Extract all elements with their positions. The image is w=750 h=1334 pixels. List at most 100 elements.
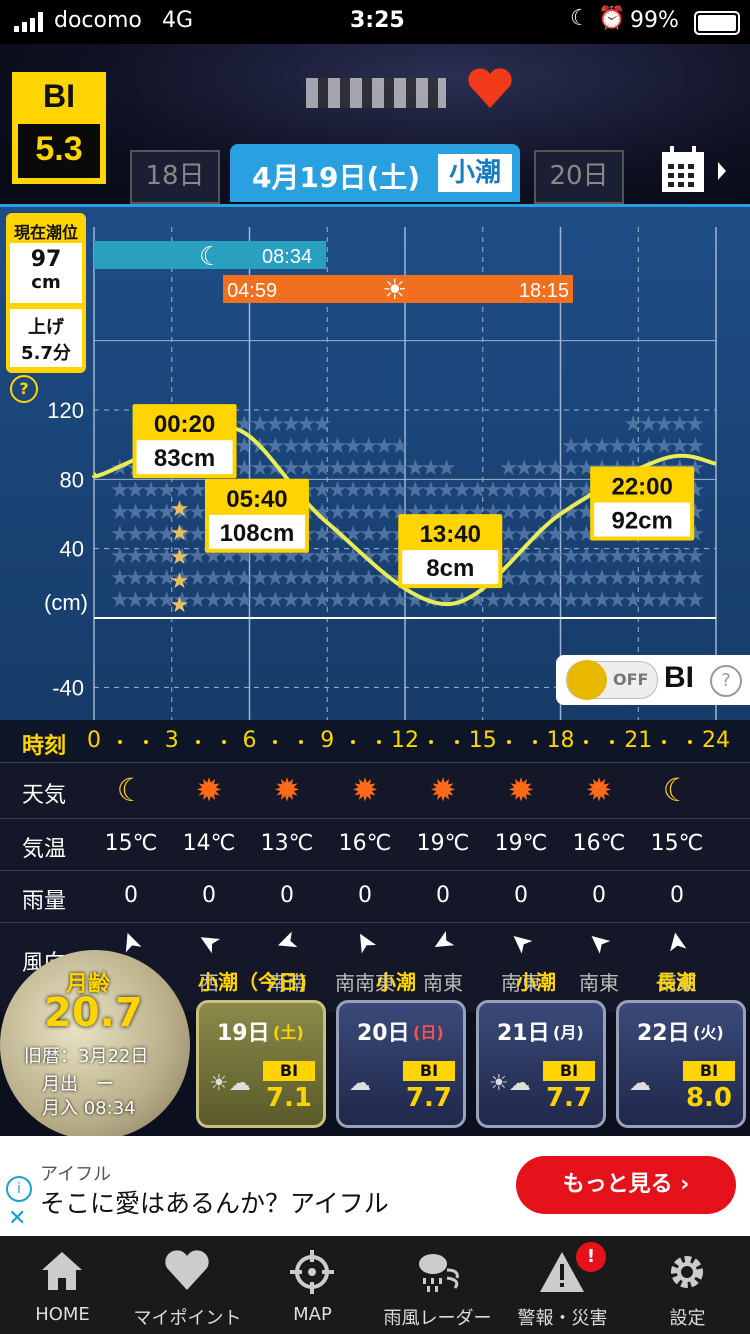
current-level-box: 97 cm bbox=[10, 243, 82, 303]
moonset-time: 08:34 bbox=[262, 246, 312, 268]
moon-icon: ☾ bbox=[662, 771, 692, 809]
tab-gear[interactable]: 設定 bbox=[625, 1236, 750, 1334]
tide-name-badge: 小潮 bbox=[438, 154, 512, 192]
favorite-heart-icon[interactable] bbox=[466, 66, 514, 114]
current-rate: 5.7分 bbox=[21, 343, 71, 364]
tab-radar[interactable]: 雨風レーダー bbox=[375, 1236, 500, 1334]
sun-icon: ✹ bbox=[351, 771, 379, 809]
sunrise-time: 04:59 bbox=[227, 280, 277, 302]
moon-age-value: 20.7 bbox=[44, 990, 143, 1036]
day-card[interactable]: 22日 (火) ☁ BI 8.0 bbox=[616, 1000, 746, 1128]
current-tide-label: 現在潮位 bbox=[13, 223, 78, 242]
day-card-date: 20日 bbox=[357, 1021, 410, 1046]
day-card-bi-value: 7.1 bbox=[265, 1083, 313, 1113]
y-tick-label: 80 bbox=[60, 467, 84, 492]
alert-badge: ! bbox=[576, 1242, 606, 1272]
day-card[interactable]: 19日 (土) ☀☁ BI 7.1 bbox=[196, 1000, 326, 1128]
current-date: 4月19日(土) bbox=[252, 161, 421, 194]
day-card-date: 21日 bbox=[497, 1021, 550, 1046]
tab-home[interactable]: HOME bbox=[0, 1236, 125, 1334]
bi-index-badge[interactable]: BI 5.3 bbox=[12, 72, 106, 184]
radar-icon bbox=[419, 1254, 459, 1292]
tide-callout: 13:40 8cm bbox=[398, 514, 503, 589]
callout-time: 22:00 bbox=[611, 474, 672, 501]
day-card-bi-label: BI bbox=[543, 1061, 595, 1081]
next-day-button[interactable]: 20日 bbox=[534, 150, 624, 204]
gold-star-mark: ★ bbox=[170, 497, 190, 522]
bi-value-box: 5.3 bbox=[18, 124, 100, 178]
tab-warning[interactable]: 警報・災害! bbox=[500, 1236, 625, 1334]
y-tick-label: 40 bbox=[60, 537, 84, 562]
moon-icon: ☾ bbox=[116, 771, 146, 809]
current-tide-panel: 現在潮位 97 cm 上げ 5.7分 bbox=[6, 213, 86, 373]
temp-cell: 15℃ bbox=[104, 831, 158, 856]
x-tick-label: 9 bbox=[320, 728, 335, 753]
weather-row: 天気 ☾ ✹ ✹ ✹ ✹ ✹ ✹ ☾ bbox=[0, 762, 750, 819]
tide-callout: 22:00 92cm bbox=[590, 466, 695, 541]
carrier-name: docomo bbox=[54, 8, 142, 33]
rain-cell: 0 bbox=[514, 883, 528, 908]
day-weather-icon: ☁ bbox=[629, 1071, 651, 1096]
prev-day-button[interactable]: 18日 bbox=[130, 150, 220, 204]
x-tick-dot bbox=[221, 740, 226, 744]
bi-toggle[interactable]: OFF BI ? bbox=[556, 655, 750, 705]
x-tick-label: 6 bbox=[242, 728, 257, 753]
day-card-bi-value: 7.7 bbox=[405, 1083, 453, 1113]
day-card-dow: (火) bbox=[693, 1023, 724, 1042]
day-card[interactable]: 21日 (月) ☀☁ BI 7.7 bbox=[476, 1000, 606, 1128]
gold-star-mark: ★ bbox=[170, 521, 190, 546]
ad-more-button[interactable]: もっと見る › bbox=[516, 1156, 736, 1214]
bi-help-icon[interactable]: ? bbox=[710, 665, 742, 697]
callout-level: 92cm bbox=[611, 508, 672, 535]
x-tick-dot bbox=[299, 740, 304, 744]
day-weather-icon: ☁ bbox=[349, 1071, 371, 1096]
tide-chart: 120 80 40 -40 (cm) 08:34 ☾ 04:59 18:15 ☀ ★ ★ ★ ★ ★ ★ ★ ★ ★… bbox=[0, 204, 750, 763]
tab-heart[interactable]: マイポイント bbox=[125, 1236, 250, 1334]
x-tick-dot bbox=[454, 740, 459, 744]
ad-close-icon[interactable]: ✕ bbox=[8, 1206, 26, 1231]
day-card-bi-value: 8.0 bbox=[685, 1083, 733, 1113]
current-level: 97 bbox=[30, 247, 62, 272]
crosshair-icon bbox=[290, 1250, 334, 1294]
y-tick-label: 120 bbox=[47, 398, 84, 423]
x-tick-label: 18 bbox=[546, 728, 575, 753]
ad-info-icon[interactable]: i bbox=[6, 1176, 32, 1202]
sun-icon: ✹ bbox=[429, 771, 457, 809]
x-tick-label: 12 bbox=[391, 728, 419, 753]
location-name-blurred bbox=[306, 78, 446, 108]
day-card-bi-label: BI bbox=[403, 1061, 455, 1081]
day-card[interactable]: 20日 (日) ☁ BI 7.7 bbox=[336, 1000, 466, 1128]
x-tick-label: 15 bbox=[468, 728, 497, 753]
sun-icon: ✹ bbox=[585, 771, 613, 809]
day-tide-tag: 長潮 bbox=[656, 970, 696, 994]
toggle-switch[interactable]: OFF bbox=[566, 660, 658, 700]
moon-status-icon: ☾ bbox=[570, 6, 590, 31]
y-tick-label: -40 bbox=[52, 675, 84, 700]
x-tick-dot bbox=[688, 740, 693, 744]
tide-callout: 05:40 108cm bbox=[204, 478, 309, 553]
prev-day-label: 18日 bbox=[145, 161, 205, 191]
calendar-button[interactable] bbox=[660, 146, 730, 200]
day-weather-icon: ☀☁ bbox=[489, 1071, 531, 1096]
day-tide-tag: 小潮 bbox=[516, 970, 556, 994]
x-tick-dot bbox=[610, 740, 615, 744]
wind-arrow-icon: ➤ bbox=[271, 924, 303, 960]
callout-time: 13:40 bbox=[420, 521, 481, 548]
toggle-state: OFF bbox=[613, 670, 649, 689]
sun-icon: ✹ bbox=[195, 771, 223, 809]
tab-crosshair[interactable]: MAP bbox=[250, 1236, 375, 1334]
tide-chart-svg: 1208040-40(cm)08:34☾04:59 18:15☀★★★★★★★★★… bbox=[44, 227, 717, 722]
x-tick-dot bbox=[117, 740, 122, 744]
x-tick-label: 0 bbox=[87, 728, 101, 753]
rain-cell: 0 bbox=[202, 883, 216, 908]
moonset: 月入 08:34 bbox=[42, 1098, 136, 1119]
x-tick-dot bbox=[584, 740, 589, 744]
star-mark: ★ bbox=[685, 544, 705, 569]
tab-bar: HOME マイポイント MAP 雨風レーダー 警報・災害! 設定 bbox=[0, 1236, 750, 1334]
current-date-tab: 4月19日(土) 小潮 bbox=[230, 144, 520, 202]
gold-star-mark: ★ bbox=[170, 569, 190, 594]
temp-cell: 14℃ bbox=[182, 831, 236, 856]
help-button[interactable]: ? bbox=[10, 375, 38, 403]
star-mark: ★ bbox=[685, 566, 705, 591]
day-card-dow: (土) bbox=[273, 1023, 304, 1042]
